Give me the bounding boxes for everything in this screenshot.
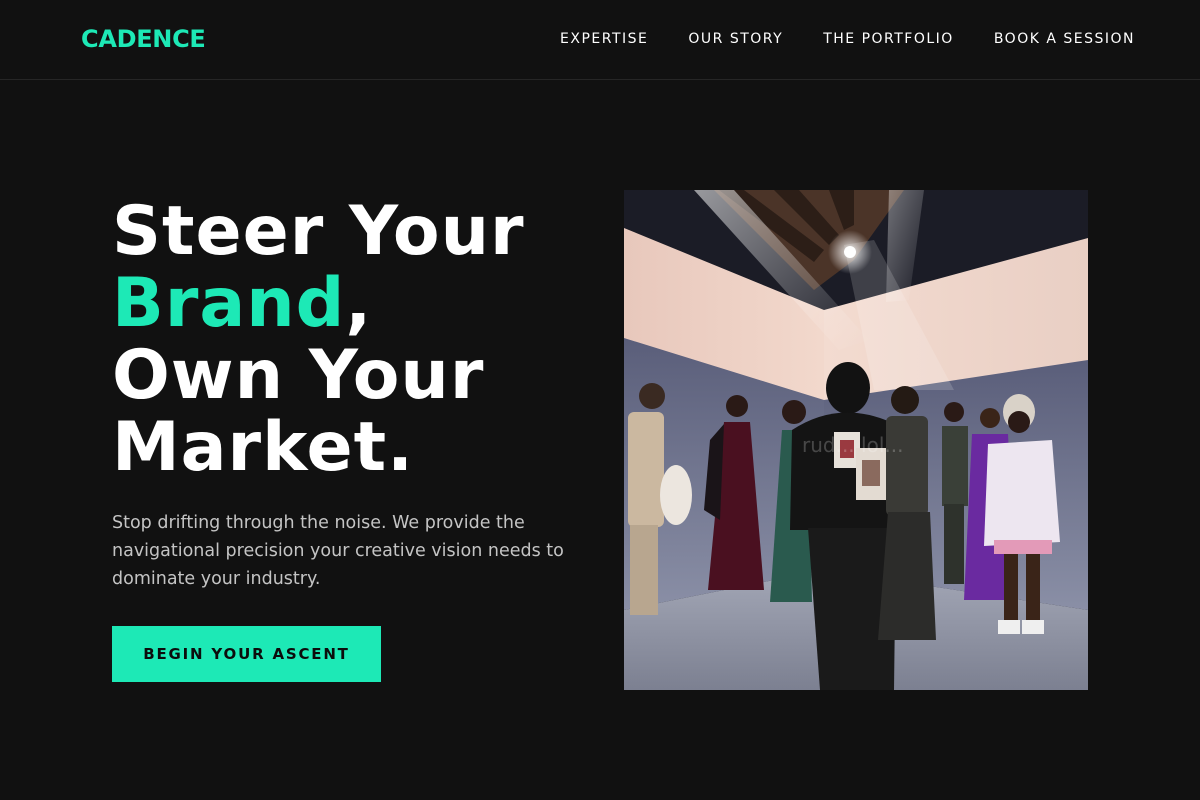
main-nav: EXPERTISE OUR STORY THE PORTFOLIO BOOK A… bbox=[560, 29, 1135, 49]
headline-line-2: Brand, bbox=[112, 268, 525, 340]
hero-headline: Steer Your Brand, Own Your Market. bbox=[112, 196, 525, 484]
hero-subtext: Stop drifting through the noise. We prov… bbox=[112, 513, 564, 589]
headline-comma: , bbox=[345, 264, 373, 343]
fashion-showroom-illustration: rud... lol... bbox=[624, 190, 1088, 690]
nav-link-our-story[interactable]: OUR STORY bbox=[688, 29, 783, 49]
site-header: CADENCE EXPERTISE OUR STORY THE PORTFOLI… bbox=[0, 0, 1200, 80]
headline-line-3: Own Your bbox=[112, 336, 485, 415]
nav-link-portfolio[interactable]: THE PORTFOLIO bbox=[823, 29, 954, 49]
nav-link-expertise[interactable]: EXPERTISE bbox=[560, 29, 648, 49]
headline-line-4: Market. bbox=[112, 408, 414, 487]
nav-link-book-session[interactable]: BOOK A SESSION bbox=[994, 29, 1135, 49]
headline-line-1: Steer Your bbox=[112, 192, 525, 271]
hero-photo: rud... lol... bbox=[624, 190, 1088, 690]
brand-logo[interactable]: CADENCE bbox=[81, 24, 206, 54]
headline-accent-word: Brand bbox=[112, 264, 346, 343]
begin-ascent-button[interactable]: BEGIN YOUR ASCENT bbox=[112, 626, 381, 682]
image-watermark: rud... lol... bbox=[802, 433, 903, 457]
